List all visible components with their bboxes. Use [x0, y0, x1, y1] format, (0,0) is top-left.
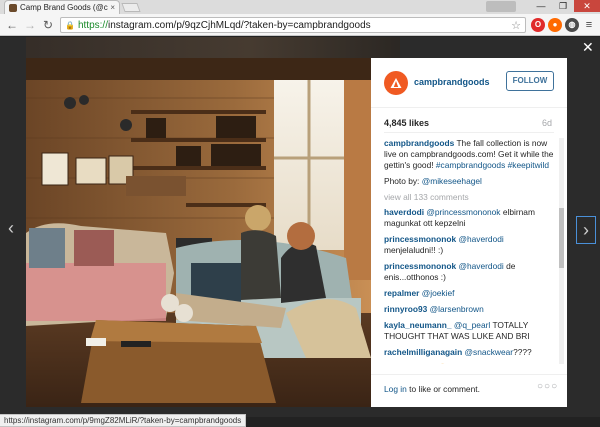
- browser-titlebar: Camp Brand Goods (@ca × — ❐ ✕: [0, 0, 600, 14]
- new-tab-button[interactable]: [121, 3, 141, 12]
- maximize-icon[interactable]: ❐: [552, 0, 574, 12]
- favicon-icon: [9, 3, 17, 12]
- comment-username-link[interactable]: rinnyroo93: [384, 304, 427, 314]
- previous-arrow-icon[interactable]: ‹: [8, 218, 14, 239]
- avatar[interactable]: [384, 71, 408, 95]
- profile-username-link[interactable]: campbrandgoods: [414, 77, 490, 87]
- caption-hashtags-link[interactable]: #campbrandgoods #keepitwild: [436, 160, 549, 170]
- tab-close-icon[interactable]: ×: [110, 3, 115, 12]
- profile-badge[interactable]: [486, 1, 516, 12]
- post-age[interactable]: 6d: [542, 118, 552, 128]
- post-header: campbrandgoods FOLLOW: [371, 58, 567, 108]
- post-footer: Log in to like or comment. ○○○: [371, 374, 567, 407]
- comment-mention-link[interactable]: @larsenbrown: [430, 304, 484, 314]
- comment-text: menjelaludni!! :): [384, 245, 444, 255]
- tent-logo-icon: [390, 78, 402, 88]
- scrollbar-thumb[interactable]: [559, 208, 564, 268]
- comment-text: 😍: [435, 363, 448, 364]
- opera-extension-icon[interactable]: O: [531, 18, 545, 32]
- forward-arrow-icon[interactable]: →: [22, 17, 38, 33]
- login-prompt: Log in to like or comment.: [384, 384, 480, 394]
- browser-tab[interactable]: Camp Brand Goods (@ca ×: [4, 0, 120, 14]
- comment-mention-link[interactable]: @taylorkaddy: [384, 363, 435, 364]
- photo-credit: Photo by: @mikeseehagel: [384, 176, 482, 186]
- next-arrow-icon[interactable]: ›: [576, 216, 596, 244]
- comment-text: ????: [513, 347, 532, 357]
- minimize-icon[interactable]: —: [530, 0, 552, 12]
- lock-icon: 🔒: [65, 20, 75, 30]
- comments-list[interactable]: campbrandgoods The fall collection is no…: [384, 138, 556, 364]
- reload-icon[interactable]: ↻: [40, 17, 56, 33]
- likes-count: 4,845 likes: [384, 118, 430, 128]
- comment-item: repalmer @joekief: [384, 288, 556, 299]
- comment-username-link[interactable]: haverdodi: [384, 207, 424, 217]
- tab-title: Camp Brand Goods (@ca: [20, 3, 109, 12]
- comment-item: kayla_neumann_ @q_pearl TOTALLY THOUGHT …: [384, 320, 556, 342]
- window-close-icon[interactable]: ✕: [574, 0, 600, 12]
- comment-mention-link[interactable]: @haverdodi: [458, 261, 503, 271]
- comment-mention-link[interactable]: @joekief: [422, 288, 455, 298]
- comment-username-link[interactable]: kayla_neumann_: [384, 320, 452, 330]
- comment-username-link[interactable]: princessmononok: [384, 234, 456, 244]
- comment-mention-link[interactable]: @princessmononok: [426, 207, 500, 217]
- comment-item: princessmononok @haverdodi de enis...ott…: [384, 261, 556, 283]
- close-lightbox-icon[interactable]: ✕: [582, 39, 594, 56]
- cabin-photo-illustration: [26, 58, 371, 407]
- comment-item: princessmononok @haverdodi menjelaludni!…: [384, 234, 556, 256]
- comment-item: haverdodi @princessmononok elbirnam magu…: [384, 207, 556, 229]
- status-bar-url: https://instagram.com/p/9mgZ82MLiR/?take…: [0, 414, 247, 427]
- comment-username-link[interactable]: rachelmilliganagain: [384, 347, 462, 357]
- extension-icon[interactable]: ◍: [565, 18, 579, 32]
- background-photo-strip: [26, 37, 400, 58]
- comment-mention-link[interactable]: @snackwear: [465, 347, 514, 357]
- post-modal: campbrandgoods FOLLOW 4,845 likes 6d cam…: [26, 58, 567, 407]
- url-text[interactable]: https://instagram.com/p/9qzCjhMLqd/?take…: [78, 20, 511, 31]
- post-details-panel: campbrandgoods FOLLOW 4,845 likes 6d cam…: [371, 58, 567, 407]
- back-arrow-icon[interactable]: ←: [4, 17, 20, 33]
- menu-icon[interactable]: ≡: [582, 18, 596, 32]
- comment-item: rachelmilliganagain @snackwear????: [384, 347, 556, 358]
- caption-username-link[interactable]: campbrandgoods: [384, 138, 454, 148]
- comment-item: rinnyroo93 @larsenbrown: [384, 304, 556, 315]
- login-link[interactable]: Log in: [384, 384, 407, 394]
- browser-toolbar: ← → ↻ 🔒 https://instagram.com/p/9qzCjhML…: [0, 14, 600, 36]
- photo-credit-link[interactable]: @mikeseehagel: [422, 176, 482, 186]
- bookmark-star-icon[interactable]: ☆: [511, 19, 521, 32]
- follow-button[interactable]: FOLLOW: [506, 71, 554, 91]
- comment-item: @taylorkaddy 😍: [384, 363, 556, 364]
- divider: [384, 132, 554, 133]
- firefox-extension-icon[interactable]: ●: [548, 18, 562, 32]
- address-bar[interactable]: 🔒 https://instagram.com/p/9qzCjhMLqd/?ta…: [60, 17, 526, 33]
- comment-mention-link[interactable]: @haverdodi: [458, 234, 503, 244]
- view-all-comments-link[interactable]: view all 133 comments: [384, 192, 556, 202]
- more-options-icon[interactable]: ○○○: [537, 381, 558, 392]
- comment-username-link[interactable]: princessmononok: [384, 261, 456, 271]
- comment-mention-link[interactable]: @q_pearl: [454, 320, 490, 330]
- comment-username-link[interactable]: repalmer: [384, 288, 419, 298]
- caption: campbrandgoods The fall collection is no…: [384, 138, 554, 170]
- comments-scrollbar[interactable]: [559, 138, 564, 364]
- post-photo[interactable]: [26, 58, 371, 407]
